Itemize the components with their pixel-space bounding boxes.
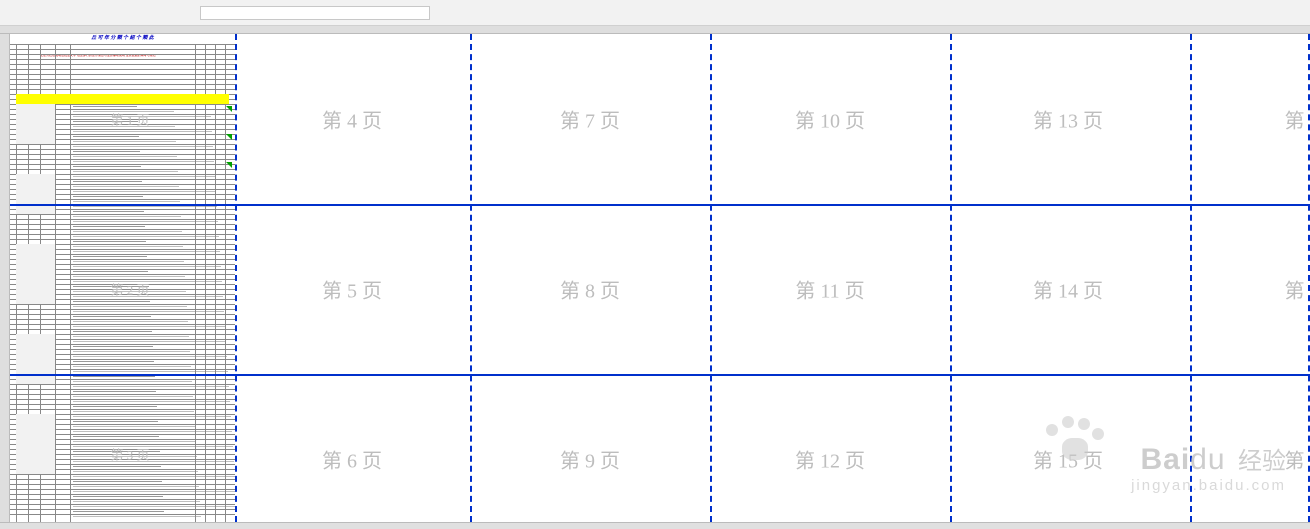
page-break-vertical[interactable]: [1190, 34, 1192, 522]
page-break-vertical[interactable]: [710, 34, 712, 522]
sheet-title: 丘 可 年 分 類 个 紹 个 類 此: [10, 34, 235, 44]
page-watermark: 第 12 页: [795, 445, 865, 474]
wm-sub: jingyan.baidu.com: [1131, 477, 1286, 494]
page-watermark-clipped: 第 1: [1285, 105, 1310, 134]
formula-input[interactable]: [200, 6, 430, 20]
app-frame: 丘 可 年 分 類 个 紹 个 類 此 此处为红色说明性批注文字 包含多行的警示…: [0, 0, 1310, 529]
page-watermark: 第 5 页: [322, 275, 382, 304]
page-watermark: 第 11 页: [795, 275, 864, 304]
page-watermark: 第 15 页: [1033, 445, 1103, 474]
worksheet-canvas[interactable]: 丘 可 年 分 類 个 紹 个 類 此 此处为红色说明性批注文字 包含多行的警示…: [10, 34, 1310, 522]
page-watermark: 第 8 页: [560, 275, 620, 304]
wm-cn: 经验: [1238, 449, 1286, 475]
page-break-horizontal[interactable]: [10, 204, 1310, 206]
page-watermark: 第 6 页: [322, 445, 382, 474]
page-break-vertical[interactable]: [470, 34, 472, 522]
wm-brand-b: du: [1190, 443, 1225, 476]
page-break-vertical[interactable]: [950, 34, 952, 522]
page-watermark: 第 9 页: [560, 445, 620, 474]
column-headers[interactable]: [0, 26, 1310, 34]
wm-brand-a: Bai: [1140, 443, 1190, 476]
page-watermark-clipped: 第 1: [1285, 445, 1310, 474]
page-watermark: 第 7 页: [560, 105, 620, 134]
row-headers[interactable]: [0, 34, 10, 522]
formula-bar-area: [0, 0, 1310, 26]
page-watermark: 第 4 页: [322, 105, 382, 134]
page-watermark: 第 14 页: [1033, 275, 1103, 304]
error-indicator-icon[interactable]: [226, 106, 232, 112]
status-bar: [0, 522, 1310, 529]
error-indicator-icon[interactable]: [226, 134, 232, 140]
sheet-content-region[interactable]: 丘 可 年 分 類 个 紹 个 類 此 此处为红色说明性批注文字 包含多行的警示…: [10, 34, 235, 522]
page-watermark: 第 10 页: [795, 105, 865, 134]
page-watermark-clipped: 第 1: [1285, 275, 1310, 304]
page-break-horizontal[interactable]: [10, 374, 1310, 376]
error-indicator-icon[interactable]: [226, 162, 232, 168]
baidu-watermark: Baidu 经验 jingyan.baidu.com: [1131, 441, 1286, 494]
page-watermark: 第 13 页: [1033, 105, 1103, 134]
page-break-vertical[interactable]: [235, 34, 237, 522]
